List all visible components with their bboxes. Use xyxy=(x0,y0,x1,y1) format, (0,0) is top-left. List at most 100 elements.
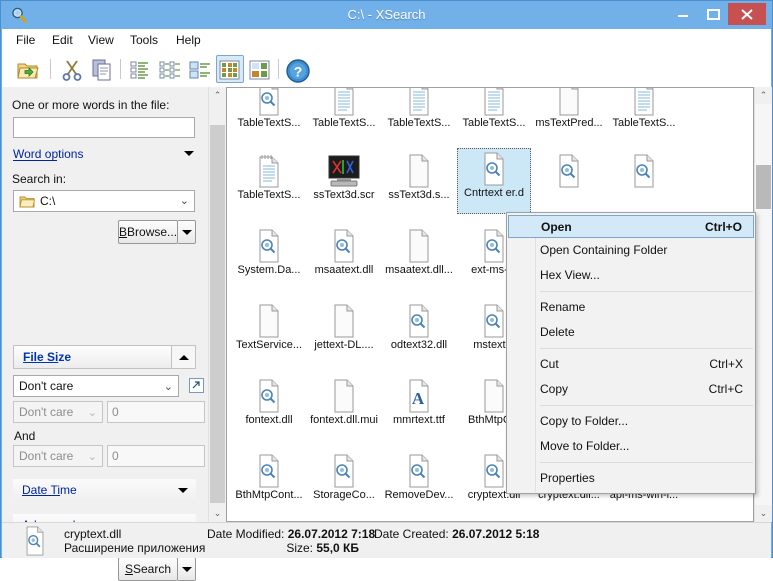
file-size-unit-combo[interactable]: Don't care ⌄ xyxy=(13,375,179,397)
file-name: StorageCo... xyxy=(313,489,375,501)
menu-edit[interactable]: Edit xyxy=(44,32,81,48)
file-item[interactable]: ssText3d.s... xyxy=(382,151,456,213)
view-thumbnails-icon[interactable] xyxy=(246,55,274,83)
file-size-collapse-button[interactable] xyxy=(171,346,195,368)
file-item[interactable]: jettext-DL.... xyxy=(307,301,381,363)
blank-doc-icon xyxy=(532,88,606,117)
view-list-icon[interactable] xyxy=(126,55,154,83)
file-item[interactable]: TableTextS... xyxy=(232,151,306,213)
dll-icon xyxy=(458,151,530,187)
context-menu-item-rename[interactable]: Rename xyxy=(507,295,755,320)
file-item[interactable]: TableTextS... xyxy=(232,88,306,141)
file-size-condition1-value: Don't care xyxy=(19,405,74,419)
open-folder-icon[interactable] xyxy=(14,55,42,83)
context-menu-item-cut[interactable]: Cut Ctrl+X xyxy=(507,352,755,377)
file-size-expand-button[interactable] xyxy=(189,378,204,393)
context-menu-item-copy-to-folder[interactable]: Copy to Folder... xyxy=(507,409,755,434)
context-menu-item-move-to-folder[interactable]: Move to Folder... xyxy=(507,434,755,459)
context-menu-item-properties[interactable]: Properties xyxy=(507,466,755,491)
blank-doc-icon xyxy=(307,303,381,339)
file-item[interactable]: odtext32.dll xyxy=(382,301,456,363)
search-in-combo[interactable]: C:\ ⌄ xyxy=(13,190,195,212)
context-menu-item-copy[interactable]: Copy Ctrl+C xyxy=(507,377,755,402)
browse-dropdown-button[interactable] xyxy=(178,220,196,244)
date-time-section-header[interactable]: Date Time xyxy=(13,479,196,502)
file-item[interactable] xyxy=(532,151,606,213)
maximize-button[interactable] xyxy=(698,3,728,25)
context-menu-label: Open xyxy=(541,220,572,234)
copy-icon[interactable] xyxy=(88,55,116,83)
context-menu-item-open-containing-folder[interactable]: Open Containing Folder xyxy=(507,238,755,263)
close-button[interactable] xyxy=(728,3,766,25)
title-bar: C:\ - XSearch xyxy=(1,1,772,29)
file-size-value1-input[interactable] xyxy=(107,401,205,423)
left-pane-scroll-thumb[interactable] xyxy=(210,125,225,503)
view-tiles-icon[interactable] xyxy=(186,55,214,83)
view-icons-icon[interactable] xyxy=(216,55,244,83)
context-menu-item-hex-view[interactable]: Hex View... xyxy=(507,263,755,288)
context-menu-label: Hex View... xyxy=(540,268,600,282)
file-item[interactable]: TextService... xyxy=(232,301,306,363)
file-grid-scroll-thumb[interactable] xyxy=(756,165,771,209)
status-date-created: Date Created: 26.07.2012 5:18 xyxy=(374,527,539,541)
file-item[interactable]: RemoveDev... xyxy=(382,451,456,513)
file-size-section-header[interactable]: File Size xyxy=(13,345,196,369)
file-item[interactable]: A mmrtext.ttf xyxy=(382,376,456,438)
context-menu-item-open[interactable]: Open Ctrl+O xyxy=(508,215,754,238)
words-input[interactable] xyxy=(13,117,195,138)
svg-text:A: A xyxy=(412,389,425,408)
scroll-down-icon[interactable]: ⌄ xyxy=(209,505,226,522)
file-item[interactable]: BthMtpCont... xyxy=(232,451,306,513)
left-pane-scrollbar[interactable]: ⌃ ⌄ xyxy=(208,87,226,522)
file-item[interactable]: msaatext.dll xyxy=(307,226,381,288)
file-size-value2-input[interactable] xyxy=(107,445,205,467)
file-item[interactable]: System.Da... xyxy=(232,226,306,288)
file-size-condition2-combo[interactable]: Don't care ⌄ xyxy=(13,445,103,467)
file-name: odtext32.dll xyxy=(390,339,448,351)
file-item-selected[interactable]: Cntrtext er.d xyxy=(457,148,531,214)
file-item[interactable]: ssText3d.scr xyxy=(307,151,381,213)
scroll-down-icon[interactable]: ⌄ xyxy=(755,505,772,522)
scroll-up-icon[interactable]: ⌃ xyxy=(755,87,772,104)
menu-file[interactable]: File xyxy=(8,32,43,48)
file-item[interactable]: TableTextS... xyxy=(607,88,681,141)
file-item[interactable]: fontext.dll.mui xyxy=(307,376,381,438)
scroll-up-icon[interactable]: ⌃ xyxy=(209,87,226,104)
file-name: msaatext.dll... xyxy=(385,264,453,276)
file-item[interactable]: TableTextS... xyxy=(307,88,381,141)
search-button[interactable]: SSearch xyxy=(118,557,178,581)
date-time-label-rest: me xyxy=(60,483,77,497)
search-dropdown-button[interactable] xyxy=(178,557,196,581)
file-item[interactable]: fontext.dll xyxy=(232,376,306,438)
magnifier-icon xyxy=(10,6,28,24)
file-grid-scrollbar[interactable]: ⌃ ⌄ xyxy=(754,87,772,522)
word-options-chevron-down-icon[interactable] xyxy=(184,151,194,156)
help-icon[interactable]: ? xyxy=(284,55,312,83)
file-name: mmrtext.ttf xyxy=(393,414,445,426)
browse-button[interactable]: BBrowse... xyxy=(118,220,178,244)
file-item[interactable]: TableTextS... xyxy=(457,88,531,141)
menu-help[interactable]: Help xyxy=(168,32,209,48)
file-size-condition1-combo[interactable]: Don't care ⌄ xyxy=(13,401,103,423)
context-menu[interactable]: Open Ctrl+O Open Containing Folder Hex V… xyxy=(506,212,756,494)
client-area: File Edit View Tools Help ? One or more … xyxy=(2,29,772,581)
chevron-down-icon xyxy=(178,488,188,493)
context-menu-accel: Ctrl+O xyxy=(704,220,742,234)
minimize-button[interactable] xyxy=(668,3,698,25)
view-details-icon[interactable] xyxy=(156,55,184,83)
search-panel: One or more words in the file: Word opti… xyxy=(2,87,208,581)
context-menu-item-delete[interactable]: Delete xyxy=(507,320,755,345)
word-options-link[interactable]: Word options xyxy=(13,147,83,161)
file-item[interactable]: TableTextS... xyxy=(382,88,456,141)
menu-view[interactable]: View xyxy=(80,32,122,48)
context-menu-label: Rename xyxy=(540,300,586,314)
file-item[interactable]: msaatext.dll... xyxy=(382,226,456,288)
cut-icon[interactable] xyxy=(58,55,86,83)
status-date-modified: Date Modified: 26.07.2012 7:18 xyxy=(207,527,375,541)
file-item[interactable]: msTextPred... xyxy=(532,88,606,141)
file-item[interactable]: StorageCo... xyxy=(307,451,381,513)
file-item[interactable] xyxy=(607,151,681,213)
file-size-title-rest: ze xyxy=(58,350,72,364)
menu-tools[interactable]: Tools xyxy=(122,32,166,48)
status-file-name: cryptext.dll xyxy=(64,527,122,541)
